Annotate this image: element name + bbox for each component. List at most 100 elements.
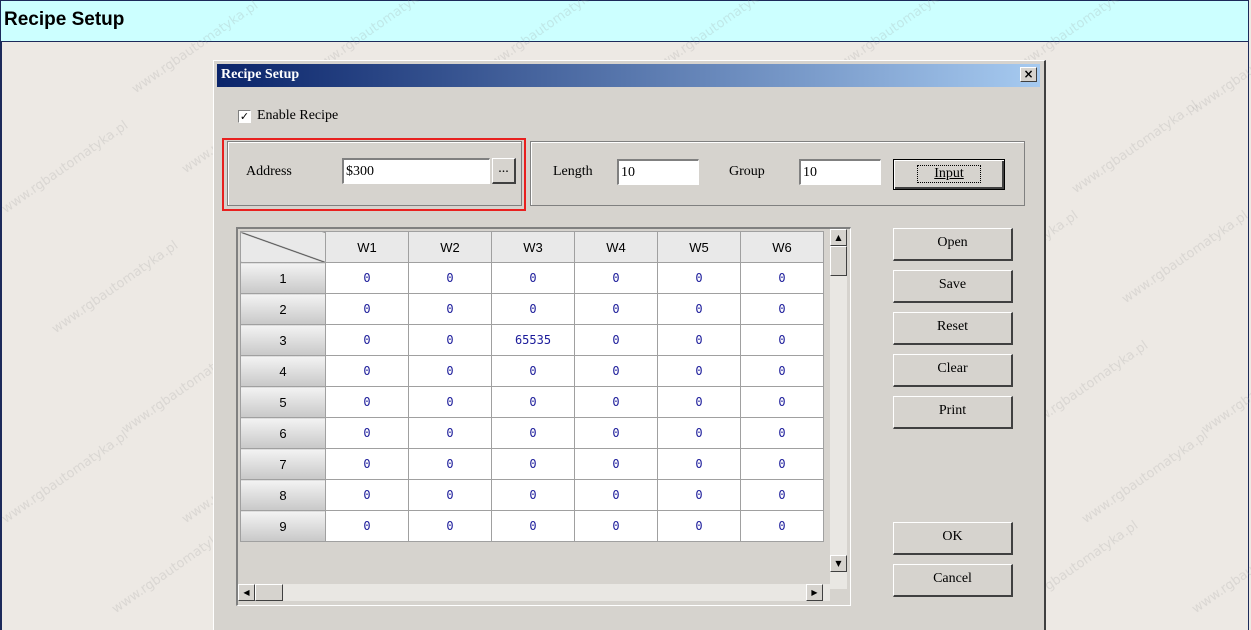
- table-cell[interactable]: 0: [491, 479, 575, 511]
- table-cell[interactable]: 0: [657, 324, 741, 356]
- column-header[interactable]: W3: [491, 231, 575, 263]
- table-cell[interactable]: 0: [740, 510, 824, 542]
- scroll-left-icon[interactable]: ◀: [238, 584, 255, 601]
- table-cell[interactable]: 0: [491, 386, 575, 418]
- length-field[interactable]: [617, 159, 699, 185]
- table-cell[interactable]: 0: [325, 386, 409, 418]
- table-cell[interactable]: 0: [491, 448, 575, 480]
- vertical-scrollbar[interactable]: ▲ ▼: [830, 229, 847, 589]
- open-button[interactable]: Open: [893, 228, 1013, 261]
- table-cell[interactable]: 0: [325, 355, 409, 387]
- table-cell[interactable]: 0: [325, 417, 409, 449]
- table-cell[interactable]: 0: [657, 293, 741, 325]
- table-cell[interactable]: 0: [657, 510, 741, 542]
- table-cell[interactable]: 0: [574, 262, 658, 294]
- table-cell[interactable]: 0: [408, 510, 492, 542]
- horizontal-scrollbar[interactable]: ◀ ▶: [238, 584, 830, 601]
- table-cell[interactable]: 0: [657, 479, 741, 511]
- table-cell[interactable]: 0: [657, 448, 741, 480]
- length-label: Length: [553, 164, 593, 179]
- scroll-down-icon[interactable]: ▼: [830, 555, 847, 572]
- table-cell[interactable]: 0: [657, 262, 741, 294]
- watermark-text: www.rgbautomatyka.pl: [0, 118, 132, 217]
- table-cell[interactable]: 0: [408, 479, 492, 511]
- row-header[interactable]: 4: [240, 355, 326, 387]
- scroll-up-icon[interactable]: ▲: [830, 229, 847, 246]
- row-header[interactable]: 2: [240, 293, 326, 325]
- table-cell[interactable]: 0: [325, 324, 409, 356]
- table-cell[interactable]: 65535: [491, 324, 575, 356]
- table-cell[interactable]: 0: [408, 355, 492, 387]
- table-cell[interactable]: 0: [740, 417, 824, 449]
- table-cell[interactable]: 0: [408, 386, 492, 418]
- print-button[interactable]: Print: [893, 396, 1013, 429]
- table-cell[interactable]: 0: [408, 293, 492, 325]
- row-header[interactable]: 1: [240, 262, 326, 294]
- table-cell[interactable]: 0: [574, 479, 658, 511]
- table-cell[interactable]: 0: [408, 448, 492, 480]
- row-header[interactable]: 3: [240, 324, 326, 356]
- recipe-grid[interactable]: W1 W2 W3 W4 W5 W6 1 0 0 0 0 0 0 2 0 0 0 0 0 0 3 0 0 65535 0 0 0 4 0…: [236, 227, 851, 606]
- table-cell[interactable]: 0: [574, 448, 658, 480]
- clear-button[interactable]: Clear: [893, 354, 1013, 387]
- column-header[interactable]: W6: [740, 231, 824, 263]
- table-cell[interactable]: 0: [740, 386, 824, 418]
- table-cell[interactable]: 0: [740, 324, 824, 356]
- table-cell[interactable]: 0: [574, 293, 658, 325]
- table-cell[interactable]: 0: [408, 324, 492, 356]
- group-field[interactable]: [799, 159, 881, 185]
- table-cell[interactable]: 0: [325, 479, 409, 511]
- page-right-border: [1248, 42, 1249, 630]
- column-header[interactable]: W5: [657, 231, 741, 263]
- table-cell[interactable]: 0: [408, 262, 492, 294]
- table-cell[interactable]: 0: [491, 417, 575, 449]
- table-cell[interactable]: 0: [325, 448, 409, 480]
- cancel-button[interactable]: Cancel: [893, 564, 1013, 597]
- enable-recipe-checkbox[interactable]: ✓: [238, 110, 251, 123]
- column-header[interactable]: W2: [408, 231, 492, 263]
- table-cell[interactable]: 0: [491, 510, 575, 542]
- ok-button[interactable]: OK: [893, 522, 1013, 555]
- watermark-text: www.rgbautomatyka.pl: [1199, 338, 1251, 437]
- horizontal-scroll-thumb[interactable]: [255, 584, 283, 601]
- table-cell[interactable]: 0: [740, 262, 824, 294]
- row-header[interactable]: 9: [240, 510, 326, 542]
- table-cell[interactable]: 0: [657, 386, 741, 418]
- reset-button[interactable]: Reset: [893, 312, 1013, 345]
- vertical-scroll-thumb[interactable]: [830, 246, 847, 276]
- table-cell[interactable]: 0: [740, 448, 824, 480]
- row-header[interactable]: 7: [240, 448, 326, 480]
- table-cell[interactable]: 0: [408, 417, 492, 449]
- input-button-label: Input: [917, 165, 981, 183]
- table-cell[interactable]: 0: [325, 262, 409, 294]
- table-cell[interactable]: 0: [740, 479, 824, 511]
- table-cell[interactable]: 0: [740, 293, 824, 325]
- table-cell[interactable]: 0: [574, 386, 658, 418]
- table-cell[interactable]: 0: [574, 417, 658, 449]
- scroll-right-icon[interactable]: ▶: [806, 584, 823, 601]
- save-button[interactable]: Save: [893, 270, 1013, 303]
- page-title: Recipe Setup: [4, 9, 125, 30]
- group-label: Group: [729, 164, 765, 179]
- table-cell[interactable]: 0: [491, 262, 575, 294]
- table-cell[interactable]: 0: [325, 293, 409, 325]
- table-cell[interactable]: 0: [740, 355, 824, 387]
- column-header[interactable]: W4: [574, 231, 658, 263]
- table-cell[interactable]: 0: [491, 355, 575, 387]
- close-icon[interactable]: ×: [1020, 67, 1037, 82]
- table-cell[interactable]: 0: [574, 355, 658, 387]
- dialog-titlebar[interactable]: Recipe Setup ×: [217, 64, 1040, 87]
- table-cell[interactable]: 0: [574, 510, 658, 542]
- row-header[interactable]: 8: [240, 479, 326, 511]
- table-cell[interactable]: 0: [325, 510, 409, 542]
- row-header[interactable]: 5: [240, 386, 326, 418]
- column-header[interactable]: W1: [325, 231, 409, 263]
- table-cell[interactable]: 0: [657, 355, 741, 387]
- table-cell[interactable]: 0: [491, 293, 575, 325]
- watermark-text: www.rgbautomatyka.pl: [0, 428, 132, 527]
- table-cell[interactable]: 0: [574, 324, 658, 356]
- table-cell[interactable]: 0: [657, 417, 741, 449]
- row-header[interactable]: 6: [240, 417, 326, 449]
- enable-recipe-label: Enable Recipe: [257, 108, 339, 123]
- input-button[interactable]: Input: [893, 159, 1005, 190]
